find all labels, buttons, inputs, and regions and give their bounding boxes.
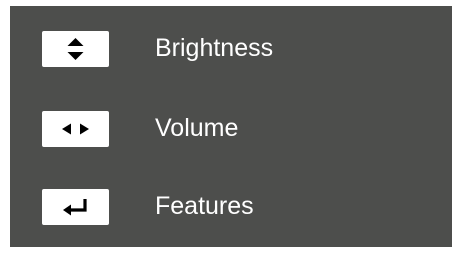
up-down-arrows-icon bbox=[67, 38, 84, 60]
left-right-arrows-icon bbox=[62, 123, 89, 135]
menu-item-brightness[interactable]: Brightness bbox=[10, 24, 452, 74]
menu-item-label: Features bbox=[155, 192, 254, 220]
menu-item-label: Brightness bbox=[155, 34, 274, 62]
menu-item-label: Volume bbox=[155, 114, 239, 142]
brightness-key[interactable] bbox=[42, 31, 109, 67]
features-key[interactable] bbox=[42, 189, 109, 225]
volume-key[interactable] bbox=[42, 111, 109, 147]
enter-return-icon bbox=[63, 199, 87, 216]
menu-item-volume[interactable]: Volume bbox=[10, 104, 452, 154]
menu-item-features[interactable]: Features bbox=[10, 182, 452, 232]
osd-menu-panel: Brightness Volume Features bbox=[10, 6, 452, 247]
